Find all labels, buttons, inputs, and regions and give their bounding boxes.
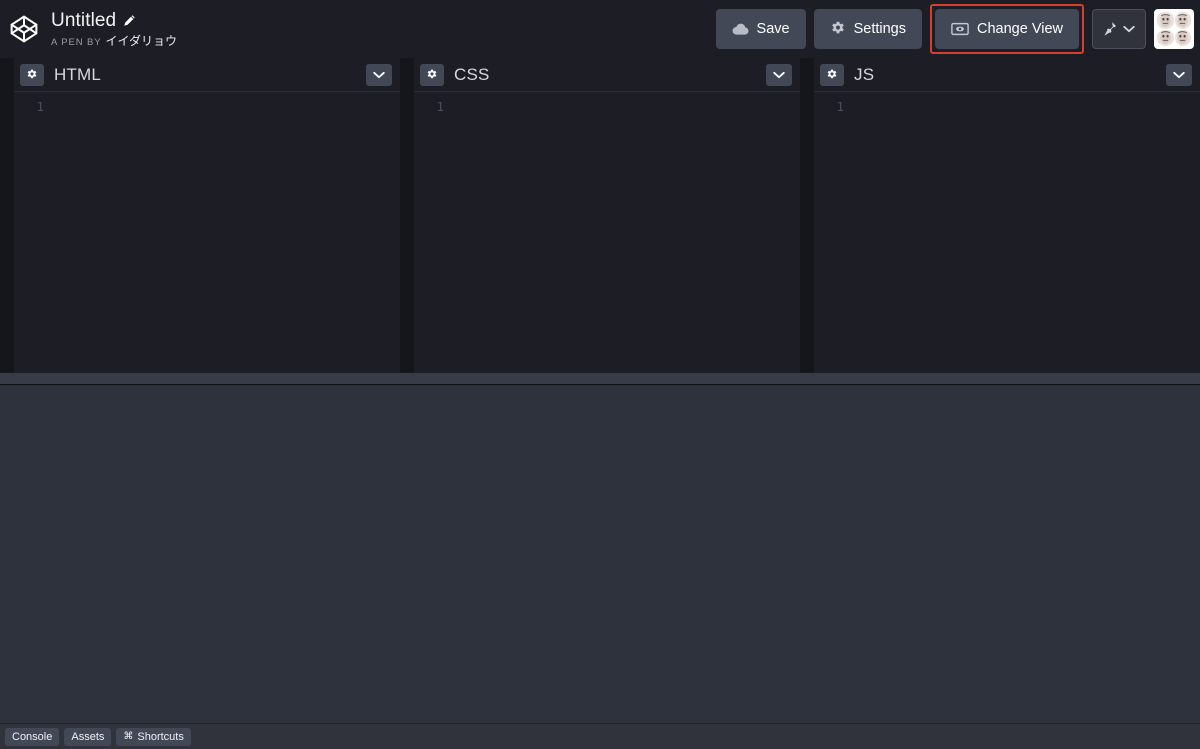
pencil-icon[interactable] (122, 13, 136, 27)
pen-meta: Untitled A PEN BY イイダリョウ (51, 11, 177, 48)
console-button[interactable]: Console (5, 727, 60, 746)
gear-icon (830, 21, 846, 37)
css-settings-gear-icon[interactable] (420, 63, 444, 86)
codepen-editor-app: Untitled A PEN BY イイダリョウ Save Settings C… (0, 0, 1200, 749)
editor-label-html: HTML (54, 64, 102, 84)
shortcuts-button[interactable]: ⌘ Shortcuts (116, 727, 191, 746)
editor-header-js: JS (814, 58, 1200, 92)
header-actions: Save Settings Change View (715, 0, 1200, 58)
editor-pane-html: HTML 1 (14, 58, 400, 373)
layout-view-icon (951, 22, 969, 36)
app-header: Untitled A PEN BY イイダリョウ Save Settings C… (0, 0, 1200, 58)
line-number-gutter-css: 1 (436, 99, 444, 114)
editor-header-html: HTML (14, 58, 400, 92)
change-view-highlight: Change View (930, 4, 1084, 54)
code-text-css[interactable] (454, 98, 800, 373)
avatar-tile (1157, 12, 1174, 29)
pushpin-icon (1103, 21, 1117, 37)
css-collapse-chevron-down-icon[interactable] (766, 63, 792, 86)
code-text-html[interactable] (54, 98, 400, 373)
byline-label: A PEN BY (51, 36, 102, 48)
editor-label-css: CSS (454, 64, 490, 84)
assets-button-label: Assets (71, 730, 105, 743)
pin-dropdown-button[interactable] (1092, 9, 1146, 49)
preview-pane[interactable]: There are two hard things in computer sc… (0, 385, 1200, 723)
avatar-tile (1174, 12, 1191, 29)
html-collapse-chevron-down-icon[interactable] (366, 63, 392, 86)
author-name[interactable]: イイダリョウ (106, 35, 178, 47)
bottom-toolbar: Console Assets ⌘ Shortcuts (0, 723, 1200, 749)
avatar-tile (1157, 29, 1174, 46)
settings-button[interactable]: Settings (813, 9, 922, 49)
shortcuts-button-label: Shortcuts (137, 730, 184, 743)
editor-pane-js: JS 1 (814, 58, 1200, 373)
editor-panes: HTML 1 CSS 1 JS 1 (0, 58, 1200, 373)
editor-label-js: JS (854, 64, 875, 84)
save-button-label: Save (756, 21, 790, 37)
codepen-logo-icon[interactable] (7, 12, 41, 46)
page-title[interactable]: Untitled (51, 11, 116, 30)
change-view-button[interactable]: Change View (935, 9, 1079, 49)
avatar[interactable] (1154, 9, 1194, 49)
avatar-tile (1174, 29, 1191, 46)
html-settings-gear-icon[interactable] (20, 63, 44, 86)
pen-title-row: Untitled (51, 11, 177, 30)
pen-byline: A PEN BY イイダリョウ (51, 35, 177, 48)
save-button[interactable]: Save (715, 9, 806, 49)
preview-resize-handle[interactable] (0, 373, 1200, 385)
command-icon: ⌘ (123, 731, 134, 742)
js-collapse-chevron-down-icon[interactable] (1166, 63, 1192, 86)
editor-pane-css: CSS 1 (414, 58, 800, 373)
line-number-gutter-js: 1 (836, 99, 844, 114)
code-editor-html[interactable]: 1 (14, 92, 400, 373)
settings-button-label: Settings (853, 21, 906, 37)
editor-header-css: CSS (414, 58, 800, 92)
line-number-gutter-html: 1 (36, 99, 44, 114)
chevron-down-icon (1123, 25, 1135, 33)
assets-button[interactable]: Assets (64, 727, 112, 746)
code-editor-js[interactable]: 1 (814, 92, 1200, 373)
js-settings-gear-icon[interactable] (820, 63, 844, 86)
code-editor-css[interactable]: 1 (414, 92, 800, 373)
change-view-button-label: Change View (977, 21, 1063, 37)
code-text-js[interactable] (854, 98, 1200, 373)
cloud-icon (732, 23, 749, 36)
console-button-label: Console (12, 730, 53, 743)
